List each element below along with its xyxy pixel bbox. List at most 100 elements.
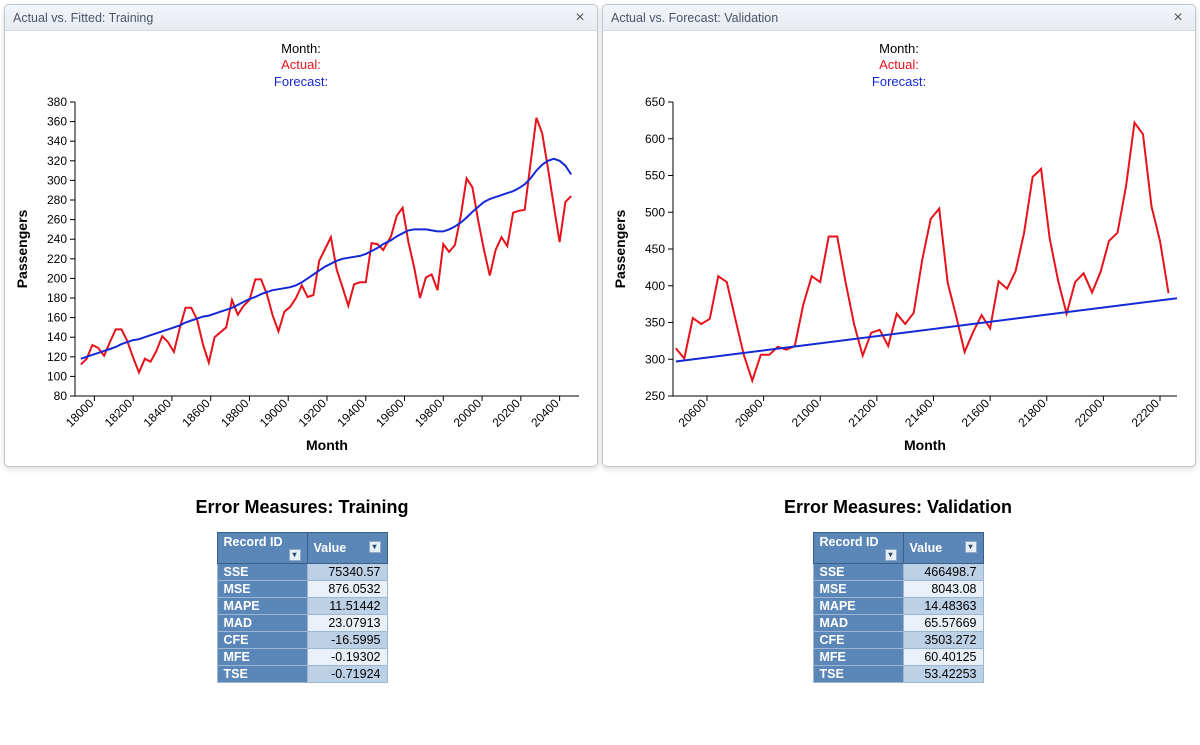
training-chart: 8010012014016018020022024026028030032034… bbox=[11, 96, 591, 456]
column-header[interactable]: Record ID▾ bbox=[217, 532, 307, 563]
filter-dropdown-icon[interactable]: ▾ bbox=[885, 549, 897, 561]
metric-value: 75340.57 bbox=[307, 563, 387, 580]
svg-text:380: 380 bbox=[47, 96, 67, 109]
svg-text:19600: 19600 bbox=[373, 396, 407, 430]
metric-value: -16.5995 bbox=[307, 631, 387, 648]
legend-forecast: Forecast: bbox=[609, 74, 1189, 90]
table-row: MAD65.57669 bbox=[813, 614, 983, 631]
validation-panel: Actual vs. Forecast: Validation × Month:… bbox=[602, 4, 1196, 467]
validation-panel-header[interactable]: Actual vs. Forecast: Validation × bbox=[603, 5, 1195, 31]
validation-chart: 2503003504004505005506006502060020800210… bbox=[609, 96, 1189, 456]
svg-text:320: 320 bbox=[47, 154, 67, 168]
svg-text:Passengers: Passengers bbox=[14, 209, 30, 288]
metric-name: MFE bbox=[217, 648, 307, 665]
metric-name: SSE bbox=[217, 563, 307, 580]
metric-value: -0.71924 bbox=[307, 665, 387, 682]
column-header[interactable]: Value▾ bbox=[307, 532, 387, 563]
metric-name: MAD bbox=[813, 614, 903, 631]
svg-text:180: 180 bbox=[47, 291, 67, 305]
table-row: MSE8043.08 bbox=[813, 580, 983, 597]
table-row: TSE-0.71924 bbox=[217, 665, 387, 682]
svg-text:21600: 21600 bbox=[959, 396, 993, 430]
validation-metrics-block: Error Measures: Validation Record ID▾Val… bbox=[600, 481, 1196, 683]
filter-dropdown-icon[interactable]: ▾ bbox=[289, 549, 301, 561]
svg-text:220: 220 bbox=[47, 252, 67, 266]
table-row: SSE466498.7 bbox=[813, 563, 983, 580]
svg-text:18200: 18200 bbox=[102, 396, 136, 430]
svg-text:240: 240 bbox=[47, 232, 67, 246]
metric-name: SSE bbox=[813, 563, 903, 580]
table-row: MAPE11.51442 bbox=[217, 597, 387, 614]
column-header[interactable]: Record ID▾ bbox=[813, 532, 903, 563]
training-metrics-block: Error Measures: Training Record ID▾Value… bbox=[4, 481, 600, 683]
validation-metrics-title: Error Measures: Validation bbox=[784, 497, 1012, 518]
metric-name: MAPE bbox=[813, 597, 903, 614]
metric-name: TSE bbox=[217, 665, 307, 682]
legend-actual: Actual: bbox=[609, 57, 1189, 73]
svg-text:100: 100 bbox=[47, 369, 67, 383]
validation-legend: Month: Actual: Forecast: bbox=[609, 37, 1189, 96]
metric-value: 14.48363 bbox=[903, 597, 983, 614]
table-row: MFE-0.19302 bbox=[217, 648, 387, 665]
training-metrics-title: Error Measures: Training bbox=[195, 497, 408, 518]
training-panel-header[interactable]: Actual vs. Fitted: Training × bbox=[5, 5, 597, 31]
metric-name: MFE bbox=[813, 648, 903, 665]
svg-text:140: 140 bbox=[47, 330, 67, 344]
svg-text:18000: 18000 bbox=[63, 396, 97, 430]
svg-text:80: 80 bbox=[54, 389, 68, 403]
svg-text:19200: 19200 bbox=[296, 396, 330, 430]
filter-dropdown-icon[interactable]: ▾ bbox=[965, 541, 977, 553]
svg-text:Month: Month bbox=[306, 437, 348, 453]
table-row: MAD23.07913 bbox=[217, 614, 387, 631]
legend-actual: Actual: bbox=[11, 57, 591, 73]
svg-text:300: 300 bbox=[47, 173, 67, 187]
legend-forecast: Forecast: bbox=[11, 74, 591, 90]
svg-text:19400: 19400 bbox=[334, 396, 368, 430]
filter-dropdown-icon[interactable]: ▾ bbox=[369, 541, 381, 553]
svg-text:20600: 20600 bbox=[676, 396, 710, 430]
svg-text:360: 360 bbox=[47, 114, 67, 128]
svg-text:650: 650 bbox=[645, 96, 665, 109]
svg-text:280: 280 bbox=[47, 193, 67, 207]
svg-text:600: 600 bbox=[645, 132, 665, 146]
svg-text:250: 250 bbox=[645, 389, 665, 403]
svg-text:Month: Month bbox=[904, 437, 946, 453]
svg-text:19000: 19000 bbox=[257, 396, 291, 430]
metric-value: 3503.272 bbox=[903, 631, 983, 648]
svg-text:500: 500 bbox=[645, 205, 665, 219]
svg-text:21200: 21200 bbox=[845, 396, 879, 430]
metric-value: 23.07913 bbox=[307, 614, 387, 631]
svg-text:120: 120 bbox=[47, 350, 67, 364]
svg-text:20800: 20800 bbox=[732, 396, 766, 430]
metric-name: MAD bbox=[217, 614, 307, 631]
validation-metrics-table: Record ID▾Value▾SSE466498.7MSE8043.08MAP… bbox=[813, 532, 984, 683]
legend-month: Month: bbox=[11, 41, 591, 57]
validation-panel-title: Actual vs. Forecast: Validation bbox=[611, 11, 778, 25]
svg-text:20200: 20200 bbox=[489, 396, 523, 430]
chart-panels-row: Actual vs. Fitted: Training × Month: Act… bbox=[0, 0, 1200, 471]
training-panel: Actual vs. Fitted: Training × Month: Act… bbox=[4, 4, 598, 467]
table-row: CFE3503.272 bbox=[813, 631, 983, 648]
metric-value: 60.40125 bbox=[903, 648, 983, 665]
svg-text:18600: 18600 bbox=[179, 396, 213, 430]
close-icon[interactable]: × bbox=[571, 9, 589, 27]
table-row: SSE75340.57 bbox=[217, 563, 387, 580]
metric-name: TSE bbox=[813, 665, 903, 682]
svg-text:160: 160 bbox=[47, 310, 67, 324]
training-metrics-table: Record ID▾Value▾SSE75340.57MSE876.0532MA… bbox=[217, 532, 388, 683]
metric-name: MAPE bbox=[217, 597, 307, 614]
close-icon[interactable]: × bbox=[1169, 9, 1187, 27]
metric-value: 53.42253 bbox=[903, 665, 983, 682]
table-row: CFE-16.5995 bbox=[217, 631, 387, 648]
svg-text:200: 200 bbox=[47, 271, 67, 285]
svg-text:350: 350 bbox=[645, 315, 665, 329]
metric-name: MSE bbox=[813, 580, 903, 597]
training-chart-body: Month: Actual: Forecast: 80 100 120 140 160 1… bbox=[5, 31, 597, 466]
metric-value: 65.57669 bbox=[903, 614, 983, 631]
table-row: TSE53.42253 bbox=[813, 665, 983, 682]
svg-text:22000: 22000 bbox=[1072, 396, 1106, 430]
svg-text:21000: 21000 bbox=[789, 396, 823, 430]
training-legend: Month: Actual: Forecast: bbox=[11, 37, 591, 96]
metrics-row: Error Measures: Training Record ID▾Value… bbox=[0, 471, 1200, 703]
column-header[interactable]: Value▾ bbox=[903, 532, 983, 563]
